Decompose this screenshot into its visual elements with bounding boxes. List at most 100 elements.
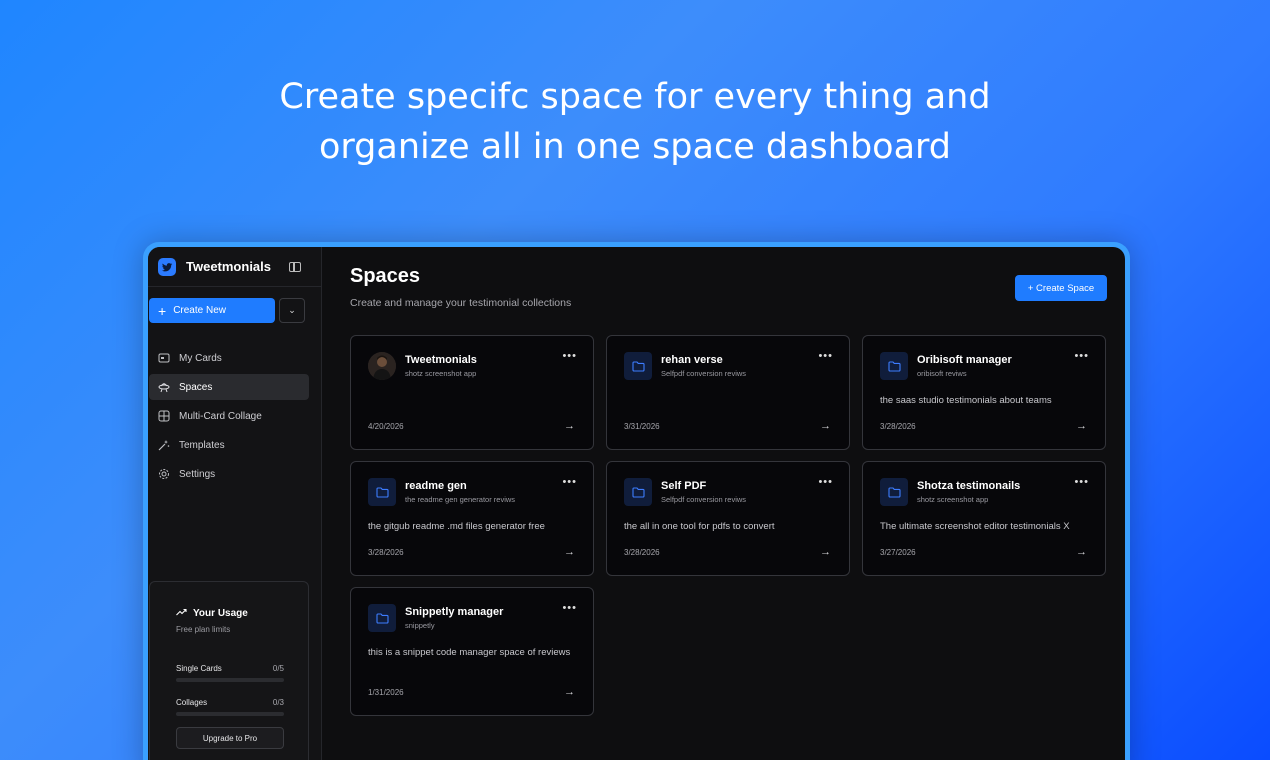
arrow-right-icon[interactable]: → [564,420,575,432]
page-subtitle: Create and manage your testimonial colle… [350,297,572,309]
space-name: rehan verse [661,354,723,366]
arrow-right-icon[interactable]: → [820,546,831,558]
usage-subtitle: Free plan limits [176,625,231,634]
usage-title-label: Your Usage [193,608,248,619]
space-date: 4/20/2026 [368,421,404,431]
space-card[interactable]: readme gen the readme gen generator revi… [350,461,594,576]
space-card-header: Tweetmonials shotz screenshot app [368,352,593,380]
folder-icon [880,352,908,380]
create-new-button[interactable]: + Create New [149,298,275,323]
brand-header: Tweetmonials [148,247,321,287]
space-card-footer: 4/20/2026 → [368,420,575,432]
gear-icon [157,468,170,481]
create-new-label: Create New [173,305,226,316]
sidebar-item-label: Templates [179,439,225,451]
space-card-header: Self PDF Selfpdf conversion reviws [624,478,849,506]
arrow-right-icon[interactable]: → [1076,420,1087,432]
usage-collages: Collages 0/3 [176,698,284,716]
sidebar-item-label: Settings [179,468,216,480]
space-description: The ultimate screenshot editor testimoni… [880,521,1070,532]
create-dropdown-button[interactable]: ⌄ [279,298,305,323]
space-date: 3/27/2026 [880,547,916,557]
arrow-right-icon[interactable]: → [1076,546,1087,558]
space-card-footer: 3/28/2026 → [880,420,1087,432]
ufo-icon [157,381,170,394]
chevron-down-icon: ⌄ [288,305,296,315]
more-options-icon[interactable]: ••• [562,602,577,614]
more-options-icon[interactable]: ••• [1074,476,1089,488]
create-row: + Create New ⌄ [148,287,321,323]
usage-collage-count: 0/3 [272,698,284,707]
sidebar-item-templates[interactable]: Templates [149,432,309,458]
space-name: Oribisoft manager [917,354,1012,366]
plus-icon: + [158,302,167,319]
space-tagline: oribisoft reviws [917,369,967,378]
sparkles-icon [157,439,170,452]
arrow-right-icon[interactable]: → [564,546,575,558]
space-card-header: Snippetly manager snippetly [368,604,593,632]
space-tagline: shotz screenshot app [917,495,989,504]
folder-icon [368,478,396,506]
space-date: 3/31/2026 [624,421,660,431]
avatar [368,352,396,380]
page-title: Spaces [350,265,421,287]
space-date: 1/31/2026 [368,687,404,697]
sidebar-item-my-cards[interactable]: My Cards [149,345,309,371]
more-options-icon[interactable]: ••• [562,350,577,362]
sidebar-item-settings[interactable]: Settings [149,461,309,487]
spaces-grid: Tweetmonials shotz screenshot app ••• 4/… [350,335,1106,716]
more-options-icon[interactable]: ••• [818,350,833,362]
space-date: 3/28/2026 [368,547,404,557]
space-date: 3/28/2026 [880,421,916,431]
space-card[interactable]: Snippetly manager snippetly ••• this is … [350,587,594,716]
space-name: Self PDF [661,480,707,492]
space-description: the saas studio testimonials about teams [880,395,1052,406]
space-card[interactable]: Tweetmonials shotz screenshot app ••• 4/… [350,335,594,450]
collage-icon [157,410,170,423]
space-tagline: the readme gen generator reviws [405,495,516,504]
space-card[interactable]: Shotza testimonails shotz screenshot app… [862,461,1106,576]
more-options-icon[interactable]: ••• [818,476,833,488]
sidebar-item-label: Spaces [179,381,213,393]
app-window: Tweetmonials + Create New ⌄ My Cards Spa… [148,247,1125,760]
space-card-footer: 3/27/2026 → [880,546,1087,558]
sidebar-item-multi-card-collage[interactable]: Multi-Card Collage [149,403,309,429]
space-tagline: shotz screenshot app [405,369,477,378]
folder-icon [624,478,652,506]
space-card-footer: 3/31/2026 → [624,420,831,432]
usage-collage-label: Collages [176,698,208,707]
more-options-icon[interactable]: ••• [1074,350,1089,362]
sidebar-nav: My Cards Spaces Multi-Card Collage Templ… [148,345,321,487]
space-name: Shotza testimonails [917,480,1021,492]
upgrade-button[interactable]: Upgrade to Pro [176,727,284,749]
main-content: Spaces Create and manage your testimonia… [322,247,1125,760]
arrow-right-icon[interactable]: → [564,686,575,698]
sidebar-item-spaces[interactable]: Spaces [149,374,309,400]
sidebar: Tweetmonials + Create New ⌄ My Cards Spa… [148,247,322,760]
space-name: Snippetly manager [405,606,504,618]
create-space-button[interactable]: + Create Space [1015,275,1107,301]
space-card-header: Shotza testimonails shotz screenshot app [880,478,1105,506]
sidebar-toggle-icon[interactable] [289,261,301,272]
space-tagline: Selfpdf conversion reviws [661,369,747,378]
space-card-footer: 3/28/2026 → [624,546,831,558]
usage-single-bar [176,678,284,682]
usage-collage-bar [176,712,284,716]
space-card[interactable]: Oribisoft manager oribisoft reviws ••• t… [862,335,1106,450]
space-card-header: readme gen the readme gen generator revi… [368,478,593,506]
card-icon [157,352,170,365]
bird-logo-icon [158,257,176,276]
space-card[interactable]: rehan verse Selfpdf conversion reviws ••… [606,335,850,450]
usage-title: Your Usage [176,608,308,619]
arrow-right-icon[interactable]: → [820,420,831,432]
space-tagline: snippetly [405,621,435,630]
space-card[interactable]: Self PDF Selfpdf conversion reviws ••• t… [606,461,850,576]
space-card-header: rehan verse Selfpdf conversion reviws [624,352,849,380]
space-date: 3/28/2026 [624,547,660,557]
folder-icon [624,352,652,380]
app-frame: Tweetmonials + Create New ⌄ My Cards Spa… [143,242,1130,760]
more-options-icon[interactable]: ••• [562,476,577,488]
usage-single-label: Single Cards [176,664,222,673]
space-description: the gitgub readme .md files generator fr… [368,521,545,532]
space-card-footer: 1/31/2026 → [368,686,575,698]
